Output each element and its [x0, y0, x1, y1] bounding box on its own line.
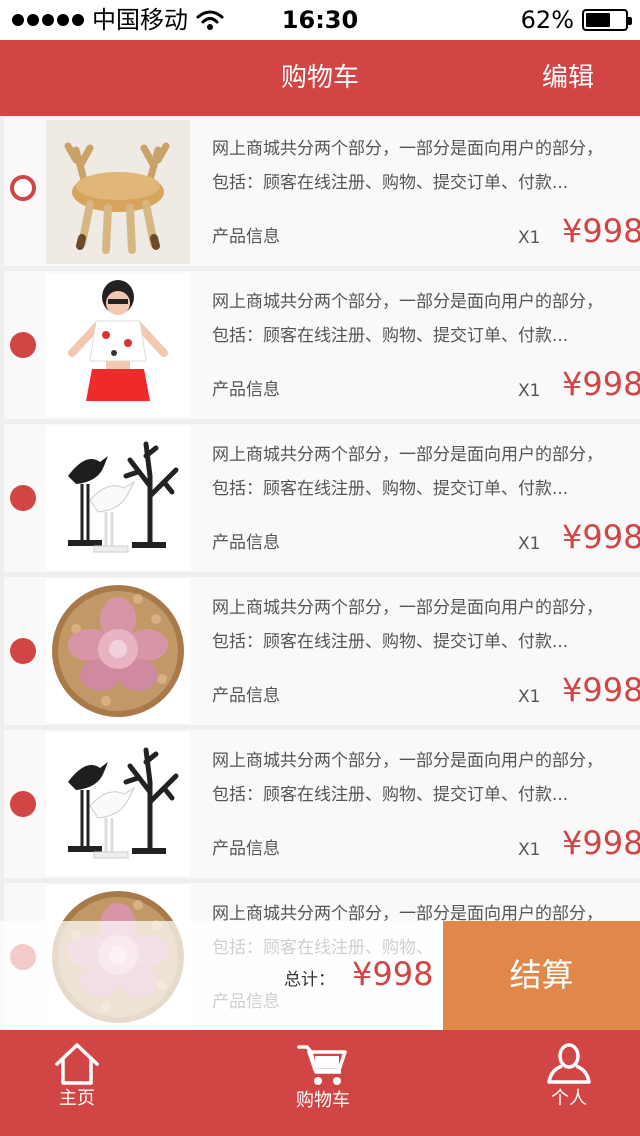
product-info-label: 产品信息 [212, 839, 280, 859]
cart-item[interactable]: 网上商城共分两个部分，一部分是面向用户的部分， 包括：顾客在线注册、购物、提交订单… [4, 118, 640, 266]
item-price: ¥998 [562, 212, 640, 250]
battery-fill [586, 13, 610, 27]
select-radio[interactable] [10, 485, 36, 511]
item-price: ¥998 [562, 518, 640, 556]
user-icon [547, 1043, 591, 1084]
status-right: 62% [520, 6, 632, 34]
product-description: 网上商城共分两个部分，一部分是面向用户的部分， 包括：顾客在线注册、购物、提交订单… [212, 591, 640, 659]
tab-profile[interactable]: 个人 [516, 1030, 622, 1136]
product-info-label: 产品信息 [212, 686, 280, 706]
edit-button[interactable]: 编辑 [542, 40, 594, 116]
description-line-1: 网上商城共分两个部分，一部分是面向用户的部分， [212, 598, 603, 618]
tab-cart[interactable]: 购物车 [270, 1030, 376, 1136]
description-line-2: 包括：顾客在线注册、购物、提交订单、付款... [212, 785, 569, 805]
product-description: 网上商城共分两个部分，一部分是面向用户的部分， 包括：顾客在线注册、购物、提交订单… [212, 132, 640, 200]
deer-stool-image [46, 120, 190, 264]
battery-percent: 62% [520, 6, 574, 34]
tab-cart-label: 购物车 [296, 1090, 350, 1111]
cart-icon [297, 1045, 347, 1085]
home-icon [55, 1043, 99, 1085]
quantity-label: X1 [518, 687, 541, 707]
status-bar: 中国移动 16:30 62% [0, 0, 640, 40]
product-info-label: 产品信息 [212, 533, 280, 553]
tab-home-label: 主页 [59, 1088, 95, 1109]
quantity-label: X1 [518, 228, 541, 248]
cart-item[interactable]: 网上商城共分两个部分，一部分是面向用户的部分， 包括：顾客在线注册、购物、提交订单… [4, 424, 640, 572]
product-description: 网上商城共分两个部分，一部分是面向用户的部分， 包括：顾客在线注册、购物、提交订单… [212, 438, 640, 506]
fashion-outfit-image [46, 273, 190, 417]
app-header: 购物车 编辑 [0, 40, 640, 116]
checkout-button[interactable]: 结算 [443, 921, 640, 1030]
description-line-2: 包括：顾客在线注册、购物、提交订单、付款... [212, 479, 569, 499]
quantity-label: X1 [518, 840, 541, 860]
cart-screen: 中国移动 16:30 62% 购物车 编辑 网上商城共分两个部分，一部分是面向用… [0, 0, 640, 1136]
product-description: 网上商城共分两个部分，一部分是面向用户的部分， 包括：顾客在线注册、购物、提交订单… [212, 285, 640, 353]
tab-bar: 主页 购物车 个人 [0, 1030, 640, 1136]
item-price: ¥998 [562, 824, 640, 862]
total-price: ¥998 [352, 955, 434, 993]
bird-tree-decor-image [46, 426, 190, 570]
description-line-1: 网上商城共分两个部分，一部分是面向用户的部分， [212, 139, 603, 159]
battery-icon [582, 9, 632, 31]
cart-item[interactable]: 网上商城共分两个部分，一部分是面向用户的部分， 包括：顾客在线注册、购物、提交订单… [4, 271, 640, 419]
product-info-label: 产品信息 [212, 380, 280, 400]
product-description: 网上商城共分两个部分，一部分是面向用户的部分， 包括：顾客在线注册、购物、提交订单… [212, 744, 640, 812]
description-line-1: 网上商城共分两个部分，一部分是面向用户的部分， [212, 445, 603, 465]
cart-list[interactable]: 网上商城共分两个部分，一部分是面向用户的部分， 包括：顾客在线注册、购物、提交订单… [0, 116, 640, 1030]
description-line-1: 网上商城共分两个部分，一部分是面向用户的部分， [212, 751, 603, 771]
cart-item[interactable]: 网上商城共分两个部分，一部分是面向用户的部分， 包括：顾客在线注册、购物、提交订单… [4, 730, 640, 878]
item-price: ¥998 [562, 365, 640, 403]
description-line-1: 网上商城共分两个部分，一部分是面向用户的部分， [212, 292, 603, 312]
cart-item[interactable]: 网上商城共分两个部分，一部分是面向用户的部分， 包括：顾客在线注册、购物、提交订单… [4, 577, 640, 725]
tab-home[interactable]: 主页 [24, 1030, 130, 1136]
select-radio[interactable] [10, 791, 36, 817]
description-line-2: 包括：顾客在线注册、购物、提交订单、付款... [212, 173, 569, 193]
total-label: 总计： [284, 970, 335, 990]
item-price: ¥998 [562, 671, 640, 709]
product-info-label: 产品信息 [212, 227, 280, 247]
select-radio[interactable] [10, 175, 36, 201]
quantity-label: X1 [518, 381, 541, 401]
bird-tree-decor-image [46, 732, 190, 876]
tab-profile-label: 个人 [551, 1088, 587, 1109]
description-line-2: 包括：顾客在线注册、购物、提交订单、付款... [212, 326, 569, 346]
description-line-2: 包括：顾客在线注册、购物、提交订单、付款... [212, 632, 569, 652]
cart-summary: 总计： ¥998 结算 [0, 921, 640, 1030]
succulent-plant-image [46, 579, 190, 723]
select-radio[interactable] [10, 638, 36, 664]
quantity-label: X1 [518, 534, 541, 554]
select-radio[interactable] [10, 332, 36, 358]
